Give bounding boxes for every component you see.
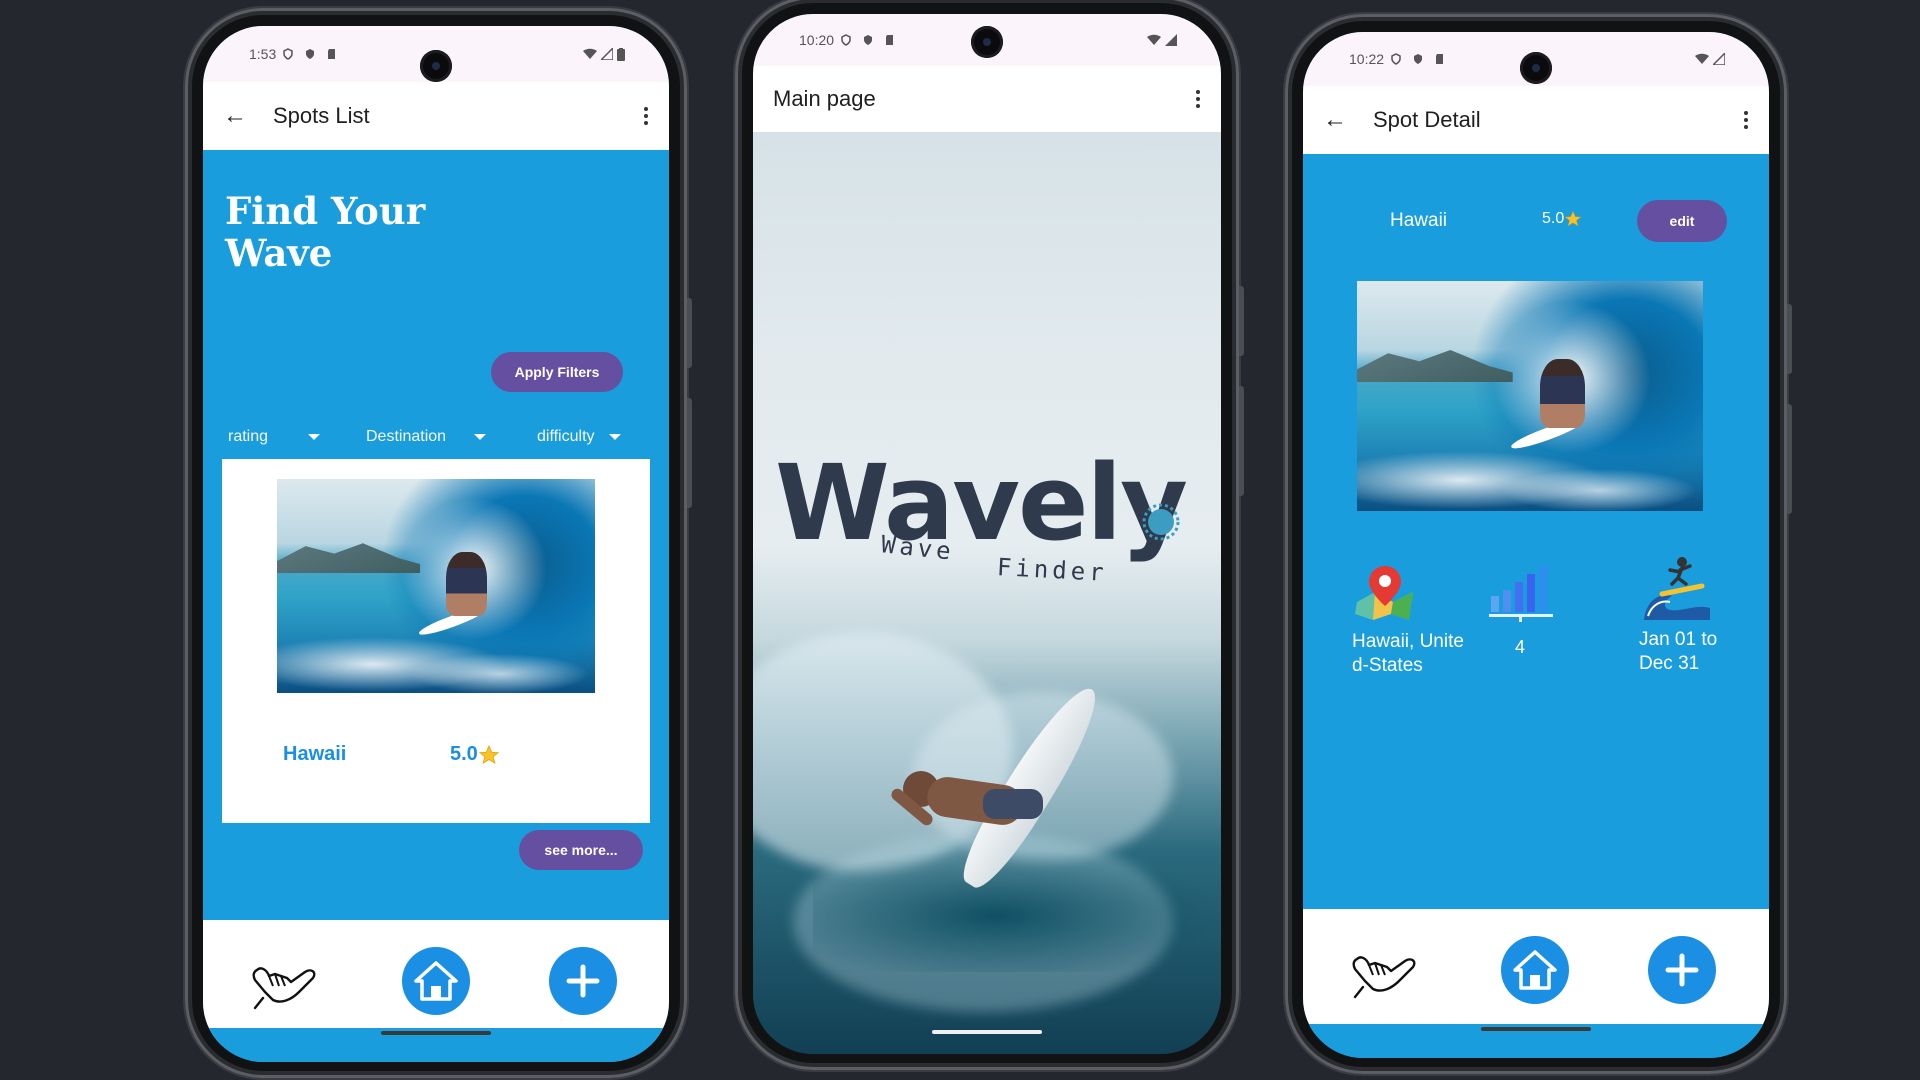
shield-status-icon bbox=[283, 48, 293, 60]
hero-background-photo: Wavely Wave Finder bbox=[753, 132, 1221, 1054]
more-vert-icon[interactable] bbox=[1195, 90, 1201, 108]
chevron-down-icon bbox=[474, 434, 487, 440]
chevron-down-icon bbox=[608, 434, 621, 440]
see-more-button[interactable]: see more... bbox=[519, 830, 643, 870]
shield-status-icon bbox=[1391, 53, 1401, 65]
spot-card-place: Hawaii bbox=[283, 743, 347, 765]
page-title: Spots List bbox=[273, 103, 370, 128]
app-bar: ← Spots List bbox=[203, 82, 669, 150]
signal-icon bbox=[601, 48, 613, 60]
star-icon bbox=[1564, 210, 1582, 227]
spot-season: Jan 01 to Dec 31 bbox=[1639, 628, 1717, 676]
bar-chart-icon bbox=[1489, 566, 1553, 622]
surfer bbox=[888, 767, 1053, 857]
more-vert-icon[interactable] bbox=[643, 107, 649, 125]
spot-location: Hawaii, Unite d-States bbox=[1352, 630, 1464, 678]
star-icon bbox=[478, 744, 499, 764]
surfer-wave-icon bbox=[1644, 557, 1710, 620]
filter-destination-label: Destination bbox=[366, 428, 447, 445]
status-right-group bbox=[1147, 34, 1177, 46]
spot-difficulty: 4 bbox=[1515, 637, 1526, 657]
plus-icon bbox=[1665, 953, 1699, 987]
home-icon bbox=[414, 961, 458, 1001]
chevron-down-icon bbox=[308, 434, 321, 440]
spot-season-line2: Dec 31 bbox=[1639, 653, 1700, 674]
bottom-nav bbox=[1303, 909, 1769, 1035]
phone-spots-list: 1:53 ← Spots List Find Your Wave Apply F… bbox=[185, 8, 692, 1078]
home-indicator[interactable] bbox=[1481, 1027, 1591, 1031]
logo-sun-icon bbox=[1142, 503, 1180, 541]
hero-title-line1: Find Your bbox=[225, 189, 426, 233]
hero-title: Find Your Wave bbox=[225, 190, 425, 274]
status-time: 1:53 bbox=[249, 46, 277, 62]
front-camera bbox=[1520, 52, 1552, 84]
shaka-hand-icon[interactable] bbox=[251, 952, 321, 1010]
map-pin-icon bbox=[1355, 566, 1413, 620]
home-indicator[interactable] bbox=[932, 1030, 1042, 1034]
sd-card-status-icon bbox=[886, 35, 894, 45]
filter-dropdown-destination[interactable]: Destination bbox=[366, 428, 487, 446]
battery-icon bbox=[617, 47, 625, 61]
edit-button[interactable]: edit bbox=[1637, 200, 1727, 242]
screen-spots-list: 1:53 ← Spots List Find Your Wave Apply F… bbox=[203, 26, 669, 1062]
status-time: 10:20 bbox=[799, 32, 835, 48]
plus-icon bbox=[566, 964, 600, 998]
hero-title-line2: Wave bbox=[225, 231, 333, 275]
page-title: Spot Detail bbox=[1373, 107, 1481, 132]
home-icon bbox=[1513, 950, 1557, 990]
status-right-group bbox=[583, 47, 625, 61]
app-logo-wordmark: Wavely bbox=[775, 442, 1188, 564]
filter-rating-label: rating bbox=[228, 428, 269, 445]
shield-filled-status-icon bbox=[306, 49, 315, 59]
spot-rating: 5.0 bbox=[1542, 210, 1582, 228]
back-arrow-icon[interactable]: ← bbox=[1323, 106, 1347, 134]
page-title: Main page bbox=[773, 86, 876, 111]
app-bar: ← Spot Detail bbox=[1303, 86, 1769, 154]
front-camera bbox=[420, 50, 452, 82]
spot-card-rating-value: 5.0 bbox=[450, 743, 478, 765]
filter-difficulty-label: difficulty bbox=[537, 428, 595, 445]
home-button[interactable] bbox=[402, 947, 470, 1015]
signal-icon bbox=[1713, 53, 1725, 65]
status-right-group bbox=[1695, 53, 1725, 65]
filter-dropdown-difficulty[interactable]: difficulty bbox=[537, 428, 621, 446]
spot-photo bbox=[277, 479, 595, 693]
spot-location-line2: d-States bbox=[1352, 655, 1423, 676]
add-spot-button[interactable] bbox=[1648, 936, 1716, 1004]
add-spot-button[interactable] bbox=[549, 947, 617, 1015]
shaka-hand-icon[interactable] bbox=[1351, 941, 1421, 999]
sd-card-status-icon bbox=[328, 49, 336, 59]
phone-spot-detail: 10:22 ← Spot Detail Hawaii 5.0 edit Hawa… bbox=[1285, 14, 1792, 1074]
back-arrow-icon[interactable]: ← bbox=[223, 102, 247, 130]
filter-dropdown-rating[interactable]: rating bbox=[228, 428, 321, 446]
sd-card-status-icon bbox=[1436, 54, 1444, 64]
apply-filters-button[interactable]: Apply Filters bbox=[491, 352, 623, 392]
spot-rating-value: 5.0 bbox=[1542, 210, 1565, 227]
spot-location-line1: Hawaii, Unite bbox=[1352, 631, 1464, 652]
screen-spot-detail: 10:22 ← Spot Detail Hawaii 5.0 edit Hawa… bbox=[1303, 32, 1769, 1058]
spot-detail-photo bbox=[1357, 281, 1703, 511]
shield-filled-status-icon bbox=[1414, 54, 1423, 64]
home-button[interactable] bbox=[1501, 936, 1569, 1004]
shield-filled-status-icon bbox=[864, 35, 873, 45]
logo-subtitle-finder: Finder bbox=[996, 553, 1109, 587]
screen-main-page: 10:20 Main page Wavely Wave Finder bbox=[753, 14, 1221, 1054]
wifi-icon bbox=[583, 48, 597, 59]
front-camera bbox=[971, 26, 1003, 58]
signal-icon bbox=[1165, 34, 1177, 46]
app-bar: Main page bbox=[753, 66, 1221, 132]
shield-status-icon bbox=[841, 34, 851, 46]
spot-card-rating: 5.0 bbox=[450, 743, 500, 766]
phone-main-page: 10:20 Main page Wavely Wave Finder bbox=[735, 0, 1244, 1070]
spot-card[interactable]: Hawaii 5.0 bbox=[222, 459, 650, 823]
more-vert-icon[interactable] bbox=[1743, 111, 1749, 129]
wifi-icon bbox=[1695, 53, 1709, 64]
spot-place: Hawaii bbox=[1390, 210, 1448, 231]
spot-season-line1: Jan 01 to bbox=[1639, 629, 1718, 650]
status-time: 10:22 bbox=[1349, 51, 1385, 67]
home-indicator[interactable] bbox=[381, 1031, 491, 1035]
wifi-icon bbox=[1147, 34, 1161, 45]
